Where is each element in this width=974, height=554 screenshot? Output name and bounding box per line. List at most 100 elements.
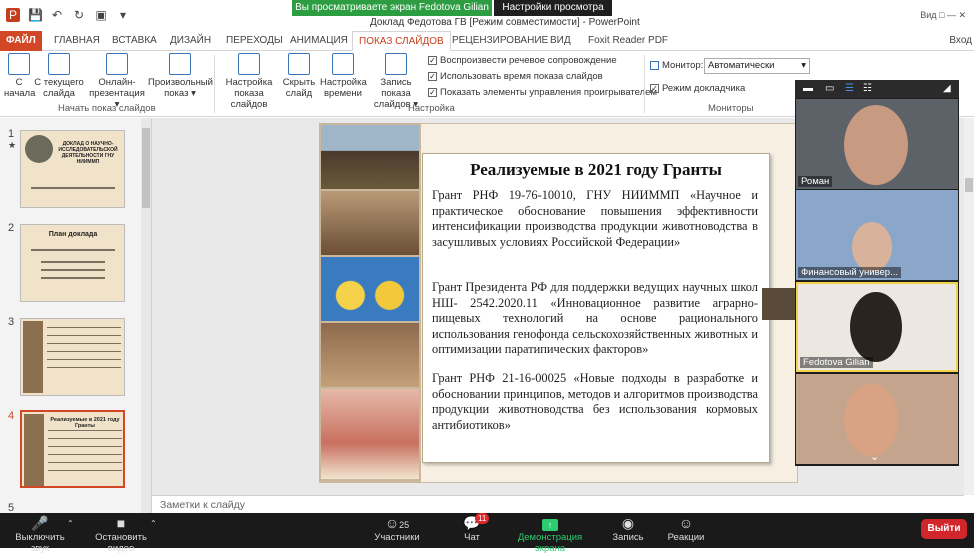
- slide-thumbnail-1[interactable]: ДОКЛАД О НАУЧНО-ИССЛЕДОВАТЕЛЬСКОЙ ДЕЯТЕЛ…: [20, 130, 125, 208]
- title-bar: P 💾 ↶ ↻ ▣ ▾ Вы просматриваете экран Fedo…: [0, 0, 974, 30]
- participant-face: [852, 222, 892, 272]
- hide-slide-icon: [288, 53, 310, 75]
- slide-title[interactable]: Реализуемые в 2021 году Гранты: [432, 160, 760, 180]
- signin-link[interactable]: Вход: [949, 35, 972, 46]
- group-monitors-label: Мониторы: [708, 103, 754, 114]
- chevron-down-icon[interactable]: ⌄: [870, 450, 879, 463]
- ribbon-tabs: ФАЙЛ ГЛАВНАЯ ВСТАВКА ДИЗАЙН ПЕРЕХОДЫ АНИ…: [0, 31, 974, 51]
- window-controls[interactable]: Вид □ — ✕: [920, 10, 966, 21]
- thumbnails-scrollbar[interactable]: [141, 118, 151, 513]
- tab-file[interactable]: ФАЙЛ: [0, 31, 42, 51]
- decorative-side-tab: [762, 288, 798, 320]
- thumb-number: 1: [8, 128, 15, 140]
- from-current-slide-button[interactable]: С текущего слайда: [34, 53, 84, 99]
- thumb-photo: [23, 321, 43, 393]
- star-icon: ★: [8, 140, 17, 150]
- save-icon[interactable]: 💾: [28, 8, 43, 22]
- record-button[interactable]: ◉ Запись: [608, 515, 648, 543]
- slide-thumbnail-2[interactable]: План доклада: [20, 224, 125, 302]
- group-start-show-label: Начать показ слайдов: [58, 103, 156, 114]
- photo-strip: [319, 123, 421, 483]
- leave-meeting-button[interactable]: Выйти: [921, 519, 967, 539]
- use-timings-checkbox[interactable]: ✓ Использовать время показа слайдов: [428, 71, 603, 82]
- monitor-select[interactable]: Автоматически ▾: [704, 58, 810, 74]
- play-from-start-icon: [8, 53, 30, 75]
- timer-icon: [332, 53, 354, 75]
- tab-home[interactable]: ГЛАВНАЯ: [48, 31, 106, 51]
- group-setup-label: Настройка: [408, 103, 455, 114]
- ribbon-separator: [214, 55, 215, 113]
- chevron-up-icon[interactable]: ⌃: [67, 519, 74, 528]
- minimize-icon[interactable]: ▬: [803, 83, 813, 94]
- grant-paragraph-1[interactable]: Грант РНФ 19-76-10010, ГНУ НИИММП «Научн…: [432, 188, 758, 250]
- document-title: Доклад Федотова ГВ [Режим совместимости]…: [370, 17, 640, 28]
- notes-pane[interactable]: Заметки к слайду: [152, 495, 964, 513]
- tab-design[interactable]: ДИЗАЙН: [164, 31, 217, 51]
- chicks-photo: [321, 257, 419, 321]
- slideshow-icon[interactable]: ▣: [94, 8, 108, 22]
- video-tile-fedotova[interactable]: Fedotova Gilian: [796, 282, 958, 372]
- from-beginning-button[interactable]: С начала: [4, 53, 35, 99]
- grant-paragraph-3[interactable]: Грант РНФ 21-16-00025 «Новые подходы в р…: [432, 371, 758, 433]
- editor-scrollbar[interactable]: [964, 118, 974, 495]
- quick-access-toolbar: P 💾 ↶ ↻ ▣ ▾: [6, 8, 130, 22]
- tab-slideshow[interactable]: ПОКАЗ СЛАЙДОВ: [352, 31, 451, 51]
- scroll-thumb[interactable]: [965, 178, 973, 192]
- setup-slideshow-button[interactable]: Настройка показа слайдов: [216, 53, 282, 110]
- online-presentation-button[interactable]: Онлайн- презентация ▾: [86, 53, 148, 110]
- ribbon-separator: [644, 55, 645, 113]
- video-panel-toolbar: ▬ ▭ ☰ ☷ ◢: [795, 80, 959, 98]
- tab-view[interactable]: ВИД: [544, 31, 577, 51]
- presenter-view-checkbox[interactable]: ✓ Режим докладчика: [650, 83, 745, 94]
- custom-show-button[interactable]: Произвольный показ ▾: [148, 53, 213, 99]
- chat-unread-badge: 11: [475, 513, 490, 524]
- show-media-controls-checkbox[interactable]: ✓ Показать элементы управления проигрыва…: [428, 87, 657, 98]
- slide-thumbnail-4[interactable]: Реализуемые в 2021 году Гранты: [20, 410, 125, 488]
- video-camera-icon: ■: [116, 515, 126, 531]
- grant-paragraph-2[interactable]: Грант Президента РФ для поддержки ведущи…: [432, 280, 758, 358]
- smiley-icon: ☺: [678, 515, 694, 531]
- video-tile-roman[interactable]: Роман: [796, 99, 958, 189]
- video-tile-finance-university[interactable]: Финансовый универ...: [796, 190, 958, 280]
- redo-icon[interactable]: ↻: [72, 8, 86, 22]
- food-products-photo: [321, 389, 419, 479]
- scroll-thumb[interactable]: [142, 128, 150, 208]
- participants-button[interactable]: ☺25 Участники: [372, 515, 422, 543]
- chevron-down-icon: ▾: [801, 60, 806, 71]
- globe-icon: [106, 53, 128, 75]
- grid-view-icon[interactable]: ☷: [863, 83, 872, 94]
- mute-button[interactable]: 🎤 Выключить звук: [6, 515, 74, 554]
- play-current-icon: [48, 53, 70, 75]
- tab-insert[interactable]: ВСТАВКА: [106, 31, 163, 51]
- setup-show-icon: [238, 53, 260, 75]
- customize-qat-icon[interactable]: ▾: [116, 8, 130, 22]
- zoom-meeting-controls: 🎤 Выключить звук ⌃ ■ Остановить видео ⌃ …: [0, 513, 974, 554]
- play-narrations-checkbox[interactable]: ✓ Воспроизвести речевое сопровождение: [428, 55, 617, 66]
- exit-panel-icon[interactable]: ◢: [943, 83, 951, 94]
- powerpoint-logo-icon: P: [6, 8, 20, 22]
- pigs-photo: [321, 323, 419, 387]
- tab-transitions[interactable]: ПЕРЕХОДЫ: [220, 31, 289, 51]
- record-slideshow-button[interactable]: Запись показа слайдов ▾: [366, 53, 426, 110]
- chevron-up-icon[interactable]: ⌃: [150, 519, 157, 528]
- rehearse-timings-button[interactable]: Настройка времени: [320, 53, 367, 99]
- custom-show-icon: [169, 53, 191, 75]
- view-settings-button[interactable]: Настройки просмотра: [494, 0, 612, 16]
- share-screen-icon: ↑: [504, 515, 596, 532]
- stop-video-button[interactable]: ■ Остановить видео: [82, 515, 160, 554]
- single-view-icon[interactable]: ▭: [825, 83, 834, 94]
- slide-thumbnails-panel: 1 ★ ДОКЛАД О НАУЧНО-ИССЛЕДОВАТЕЛЬСКОЙ ДЕ…: [0, 118, 152, 514]
- strip-view-icon[interactable]: ☰: [845, 83, 854, 94]
- thumb-number: 4: [8, 410, 15, 422]
- tab-animation[interactable]: АНИМАЦИЯ: [284, 31, 354, 51]
- share-screen-button[interactable]: ↑ Демонстрация экрана: [504, 515, 596, 554]
- undo-icon[interactable]: ↶: [50, 8, 64, 22]
- microphone-icon: 🎤: [31, 515, 49, 531]
- hide-slide-button[interactable]: Скрыть слайд: [282, 53, 316, 99]
- tab-foxit[interactable]: Foxit Reader PDF: [582, 31, 674, 51]
- monitor-icon: [650, 61, 659, 70]
- slide-thumbnail-3[interactable]: [20, 318, 125, 396]
- reactions-button[interactable]: ☺ Реакции: [664, 515, 708, 543]
- tab-review[interactable]: РЕЦЕНЗИРОВАНИЕ: [446, 31, 554, 51]
- record-icon: [385, 53, 407, 75]
